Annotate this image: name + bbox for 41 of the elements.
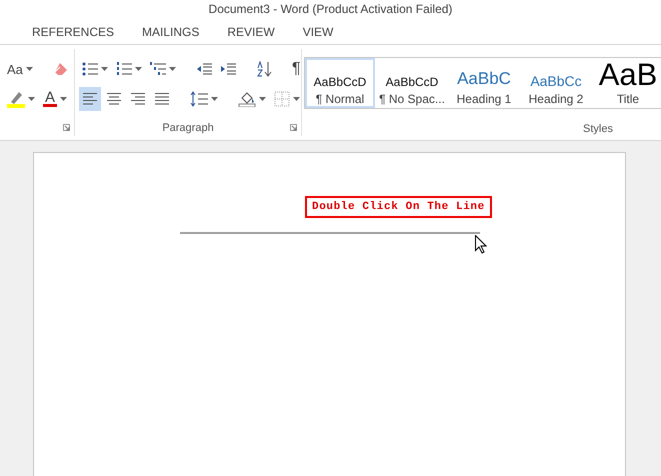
highlighter-icon bbox=[7, 90, 25, 108]
color-bar-icon bbox=[43, 104, 57, 107]
align-justify-icon bbox=[154, 92, 170, 106]
style-item[interactable]: AaBbCcD ¶ Normal bbox=[305, 58, 375, 108]
ribbon-tab[interactable]: MAILINGS bbox=[128, 21, 214, 43]
caret-icon bbox=[211, 97, 218, 101]
dialog-launcher[interactable] bbox=[290, 124, 297, 131]
caret-icon bbox=[60, 97, 67, 101]
caret-icon bbox=[28, 97, 35, 101]
caret-icon bbox=[101, 67, 108, 71]
numbering-icon bbox=[116, 62, 132, 76]
multilevel-icon bbox=[150, 62, 166, 76]
align-center-icon bbox=[106, 92, 122, 106]
shading-icon bbox=[238, 91, 256, 107]
font-color-button[interactable]: A bbox=[40, 87, 70, 111]
callout-text: Double Click On The Line bbox=[305, 196, 492, 218]
align-left-icon bbox=[82, 92, 98, 106]
cursor-icon bbox=[475, 235, 487, 254]
group-label: Paragraph bbox=[162, 122, 214, 134]
align-left-button[interactable] bbox=[79, 87, 101, 111]
caret-icon bbox=[293, 97, 300, 101]
ribbon-tab[interactable]: REVIEW bbox=[213, 21, 289, 43]
line-spacing-icon bbox=[190, 91, 208, 107]
dialog-launcher[interactable] bbox=[63, 124, 70, 131]
ribbon-tab[interactable]: VIEW bbox=[288, 21, 348, 43]
ribbon-tab[interactable]: REFERENCES bbox=[18, 21, 128, 43]
caret-icon bbox=[169, 67, 176, 71]
bullets-icon bbox=[82, 62, 98, 76]
borders-icon bbox=[274, 91, 290, 107]
caret-icon bbox=[26, 67, 33, 71]
window-title: Document3 - Word (Product Activation Failed) bbox=[208, 2, 452, 16]
change-case-button[interactable]: Aa bbox=[4, 57, 36, 81]
eraser-icon bbox=[52, 61, 69, 77]
sort-icon bbox=[256, 61, 272, 77]
decrease-indent-icon bbox=[196, 63, 212, 75]
show-marks-button[interactable]: ¶ bbox=[289, 57, 304, 81]
caret-icon bbox=[259, 97, 266, 101]
group-label: Styles bbox=[583, 122, 613, 135]
caret-icon bbox=[135, 67, 142, 71]
align-right-icon bbox=[130, 92, 146, 106]
increase-indent-icon bbox=[220, 63, 236, 75]
